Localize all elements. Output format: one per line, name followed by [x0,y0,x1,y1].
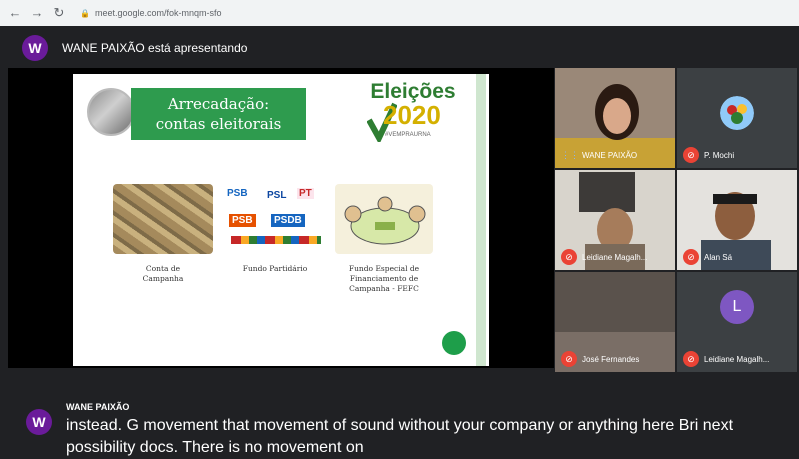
caption-fefc: Fundo Especial de Financiamento de Campa… [348,264,420,293]
speaker-avatar: W [26,409,52,435]
mic-off-icon: ⊘ [683,351,699,367]
mic-active-icon: ⋮⋮ [561,150,579,160]
captions-panel: W WANE PAIXÃO instead. G movement that m… [0,393,799,459]
party-logo: PSL [267,190,287,201]
party-logo: PSDB [271,214,305,227]
mic-off-icon: ⊘ [561,249,577,265]
slide-title-line2: contas eleitorais [155,115,282,133]
caption-text: instead. G movement that movement of sou… [66,417,734,456]
slide-side-bar [476,74,486,366]
reload-icon[interactable]: ↻ [50,4,68,22]
caption-conta: Conta de Campanha [142,264,184,283]
participant-avatar: L [720,290,754,324]
participant-name: José Fernandes [582,354,640,364]
participant-name-row: ⊘ Alan Sá [683,249,732,265]
presentation-slide: Arrecadação: contas eleitorais Eleições … [73,74,489,366]
address-bar[interactable]: 🔒 meet.google.com/fok-mnqm-sfo [80,4,222,22]
meet-window: W WANE PAIXÃO está apresentando Arrecada… [0,26,799,459]
cartoon-drawing [344,196,426,245]
url-text: meet.google.com/fok-mnqm-sfo [94,8,222,18]
browser-toolbar: ← → ↻ 🔒 meet.google.com/fok-mnqm-sfo [0,0,799,26]
mic-off-icon: ⊘ [683,249,699,265]
mic-off-icon: ⊘ [561,351,577,367]
party-logo: PSB [229,214,256,227]
speaker-name: WANE PAIXÃO [66,402,130,412]
participant-name: Leidiane Magalh... [582,252,648,262]
mic-off-icon: ⊘ [683,147,699,163]
lock-icon: 🔒 [80,8,90,18]
participant-name: P. Mochi [704,150,735,160]
party-logos-strip [231,236,321,244]
logo-hashtag: #VEMPRAURNA [385,132,431,138]
logo-year: 2020 [383,100,441,130]
presenter-header: W WANE PAIXÃO está apresentando [22,33,247,63]
participant-name-row: ⊘ Leidiane Magalh... [561,249,647,265]
participant-name: Alan Sá [704,252,733,262]
slide-title-line1: Arrecadação: [167,95,270,113]
participant-name: WANE PAIXÃO [582,150,638,160]
party-logo: PT [297,188,314,199]
participant-avatar [720,96,754,130]
bank-image [87,88,135,136]
party-logos-image: PSB PSL PT PSB PSDB [223,184,327,254]
participant-name-row: ⊘ José Fernandes [561,351,639,367]
slide-green-dot [442,331,466,355]
presentation-stage: Arrecadação: contas eleitorais Eleições … [8,68,554,368]
caption-fundo: Fundo Partidário [242,264,308,273]
participant-name-row: ⊘ Leidiane Magalh... [683,351,769,367]
presenter-label: WANE PAIXÃO está apresentando [62,41,248,55]
money-image [113,184,213,254]
slide-title-banner: Arrecadação: contas eleitorais [131,88,306,140]
participant-name: Leidiane Magalh... [704,354,770,364]
elections-logo: Eleições 2020 #VEMPRAURNA [365,80,461,150]
participant-tile[interactable]: ⊘ José Fernandes [555,272,675,372]
participant-tile[interactable]: ⊘ Alan Sá [677,170,797,270]
party-logo: PSB [227,188,248,199]
presenter-avatar: W [22,35,48,61]
fund-cartoon-image [335,184,433,254]
participant-tile[interactable]: ⋮⋮ WANE PAIXÃO [555,68,675,168]
participant-tile[interactable]: ⊘ P. Mochi [677,68,797,168]
participant-tile[interactable]: ⊘ Leidiane Magalh... [555,170,675,270]
participant-name-row: ⊘ P. Mochi [683,147,734,163]
participant-name-row: ⋮⋮ WANE PAIXÃO [561,147,637,163]
back-icon[interactable]: ← [6,4,24,22]
participant-tile[interactable]: L ⊘ Leidiane Magalh... [677,272,797,372]
forward-icon[interactable]: → [28,4,46,22]
